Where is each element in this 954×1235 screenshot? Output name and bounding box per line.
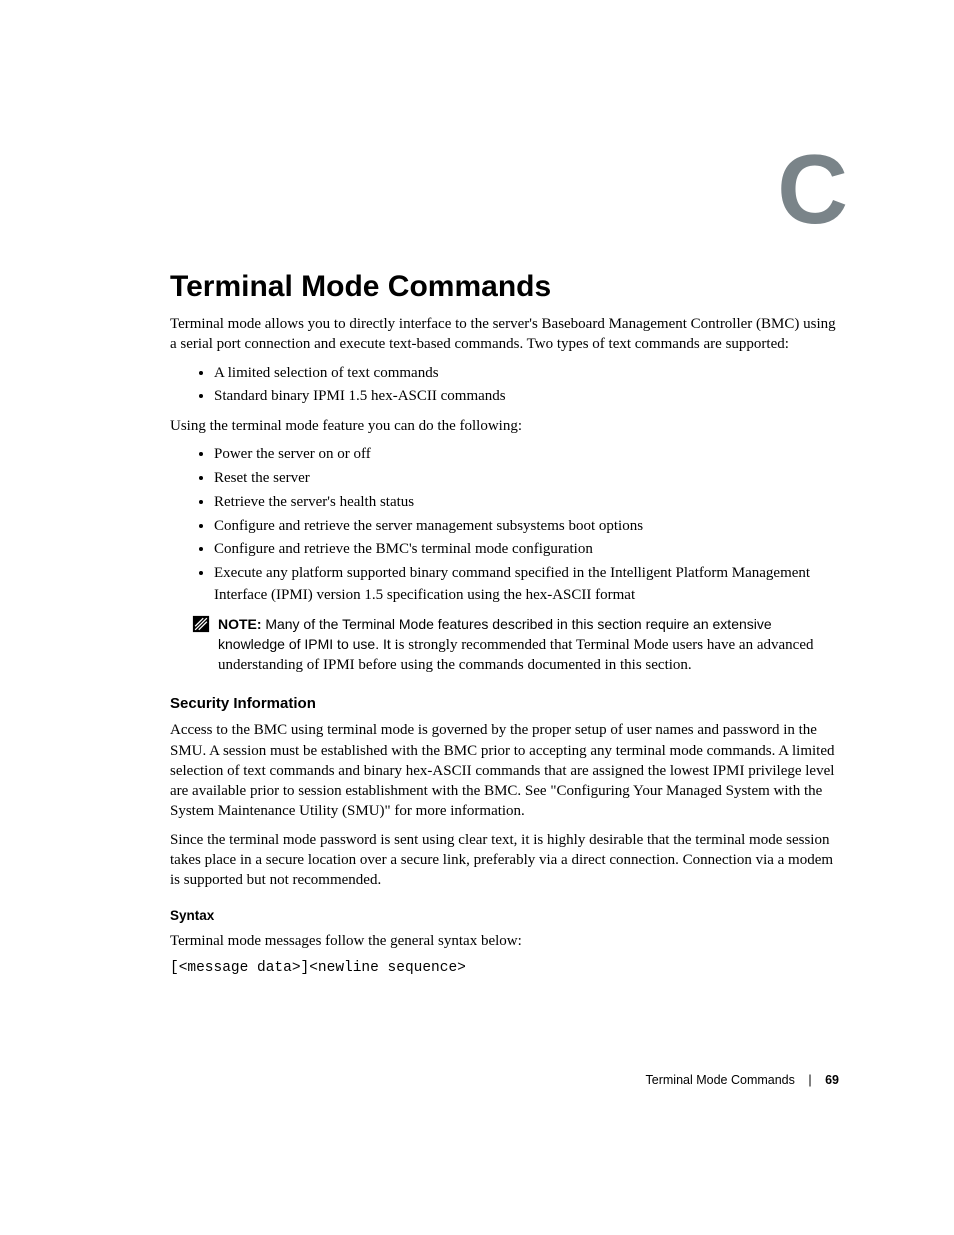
- list-item: Standard binary IPMI 1.5 hex-ASCII comma…: [214, 386, 839, 408]
- features-intro: Using the terminal mode feature you can …: [170, 416, 839, 436]
- note-icon: [192, 615, 210, 676]
- syntax-code: [<message data>]<newline sequence>: [170, 960, 839, 976]
- footer-section: Terminal Mode Commands: [646, 1073, 795, 1087]
- list-item: Power the server on or off: [214, 444, 839, 466]
- footer-page-number: 69: [825, 1073, 839, 1087]
- list-item: Reset the server: [214, 468, 839, 490]
- syntax-paragraph: Terminal mode messages follow the genera…: [170, 931, 839, 951]
- syntax-heading: Syntax: [170, 908, 839, 923]
- intro-paragraph: Terminal mode allows you to directly int…: [170, 314, 839, 355]
- list-item: Configure and retrieve the BMC's termina…: [214, 539, 839, 561]
- list-item: A limited selection of text commands: [214, 363, 839, 385]
- security-paragraph-1: Access to the BMC using terminal mode is…: [170, 720, 839, 821]
- command-types-list: A limited selection of text commands Sta…: [170, 363, 839, 409]
- note-text: NOTE: Many of the Terminal Mode features…: [218, 615, 839, 676]
- page-footer: Terminal Mode Commands | 69: [646, 1073, 839, 1087]
- list-item: Configure and retrieve the server manage…: [214, 516, 839, 538]
- chapter-letter: C: [777, 140, 844, 238]
- features-list: Power the server on or off Reset the ser…: [170, 444, 839, 606]
- security-heading: Security Information: [170, 695, 839, 712]
- footer-separator: |: [808, 1073, 811, 1087]
- note-block: NOTE: Many of the Terminal Mode features…: [192, 615, 839, 676]
- list-item: Retrieve the server's health status: [214, 492, 839, 514]
- note-label: NOTE:: [218, 616, 262, 632]
- page-title: Terminal Mode Commands: [170, 270, 839, 304]
- security-paragraph-2: Since the terminal mode password is sent…: [170, 830, 839, 891]
- list-item: Execute any platform supported binary co…: [214, 563, 839, 607]
